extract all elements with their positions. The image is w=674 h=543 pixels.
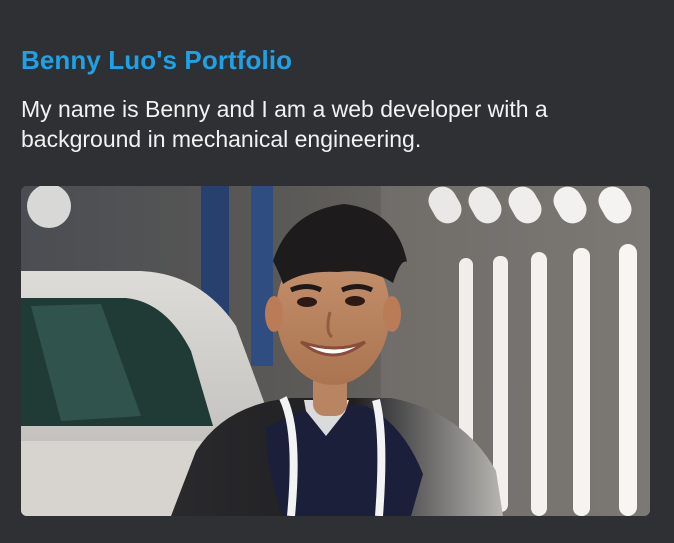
left-eye	[297, 297, 317, 307]
profile-photo-illustration	[21, 186, 650, 516]
right-ear	[383, 296, 401, 332]
profile-photo	[21, 186, 650, 516]
blue-lift-post	[251, 186, 273, 366]
portfolio-card: Benny Luo's Portfolio My name is Benny a…	[0, 0, 674, 543]
intro-text: My name is Benny and I am a web develope…	[21, 96, 548, 152]
right-eye	[345, 296, 365, 306]
left-ear	[265, 296, 283, 332]
page-title: Benny Luo's Portfolio	[21, 45, 293, 75]
